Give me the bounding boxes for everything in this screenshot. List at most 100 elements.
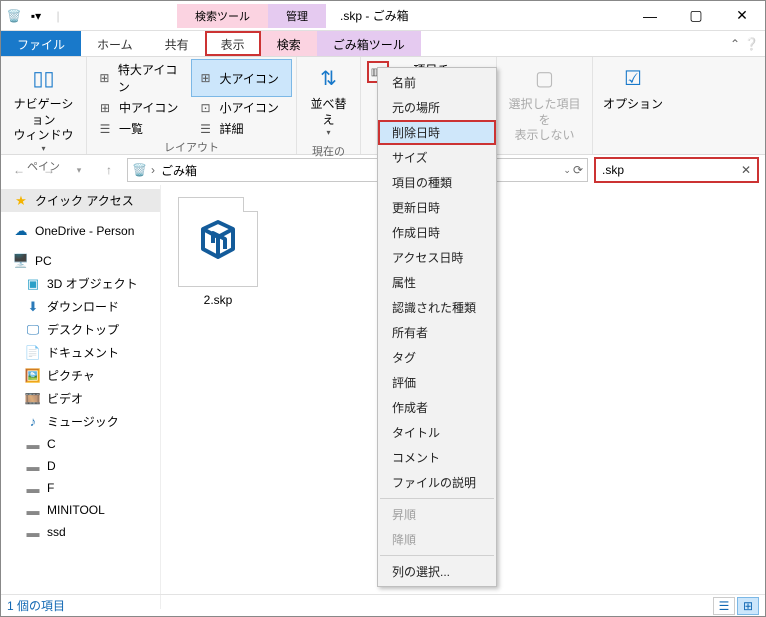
file-icon <box>178 197 258 287</box>
menu-item-date-modified[interactable]: 更新日時 <box>378 195 496 220</box>
minimize-button[interactable]: — <box>627 1 673 31</box>
options-icon: ☑ <box>617 63 649 95</box>
hide-icon: ▢ <box>529 63 561 95</box>
maximize-button[interactable]: ▢ <box>673 1 719 31</box>
file-name: 2.skp <box>204 293 233 307</box>
pc-icon: 🖥️ <box>13 253 29 269</box>
ribbon-tabs: ファイル ホーム 共有 表示 検索 ごみ箱ツール ⌃ ❔ <box>1 31 765 57</box>
menu-item-attributes[interactable]: 属性 <box>378 270 496 295</box>
status-item-count: 1 個の項目 <box>7 597 65 614</box>
sidebar-pc[interactable]: 🖥️PC <box>1 250 160 272</box>
sidebar-desktop[interactable]: 🖵デスクトップ <box>1 318 160 341</box>
extra-large-icon: ⊞ <box>97 70 112 86</box>
file-item[interactable]: 2.skp <box>173 197 263 307</box>
context-tab-search-tools[interactable]: 検索ツール <box>177 4 268 28</box>
menu-item-date-created[interactable]: 作成日時 <box>378 220 496 245</box>
layout-extra-large[interactable]: ⊞特大アイコン <box>91 59 191 97</box>
tab-view[interactable]: 表示 <box>205 31 261 56</box>
sidebar-onedrive[interactable]: ☁OneDrive - Person <box>1 220 160 242</box>
hide-selected-button[interactable]: ▢ 選択した項目を 表示しない <box>501 59 588 148</box>
group-label-pane: ペイン <box>5 158 82 176</box>
layout-large[interactable]: ⊞大アイコン <box>191 59 293 97</box>
tab-file[interactable]: ファイル <box>1 31 81 56</box>
menu-item-tags[interactable]: タグ <box>378 345 496 370</box>
up-button[interactable]: ↑ <box>97 158 121 182</box>
drive-icon: ▬ <box>25 458 41 474</box>
search-text: .skp <box>602 163 624 177</box>
download-icon: ⬇ <box>25 299 41 315</box>
chevron-right-icon[interactable]: › <box>151 163 155 177</box>
address-dropdown-icon[interactable]: ⌄ <box>563 165 571 176</box>
title-bar: 🗑️ ▪▾ | 検索ツール 管理 .skp - ごみ箱 — ▢ ✕ <box>1 1 765 31</box>
document-icon: 📄 <box>25 345 41 361</box>
quick-access-toolbar: 🗑️ ▪▾ | <box>1 7 67 25</box>
menu-item-authors[interactable]: 作成者 <box>378 395 496 420</box>
details-view-button[interactable]: ☰ <box>713 597 735 615</box>
menu-item-file-description[interactable]: ファイルの説明 <box>378 470 496 495</box>
menu-item-date-accessed[interactable]: アクセス日時 <box>378 245 496 270</box>
menu-item-owner[interactable]: 所有者 <box>378 320 496 345</box>
tab-recycle-tools[interactable]: ごみ箱ツール <box>317 31 421 56</box>
sidebar-videos[interactable]: 🎞️ビデオ <box>1 387 160 410</box>
tab-home[interactable]: ホーム <box>81 31 149 56</box>
context-tab-manage[interactable]: 管理 <box>268 4 326 28</box>
sort-by-button[interactable]: ⇅ 並べ替え ▾ <box>301 59 356 143</box>
layout-details[interactable]: ☰詳細 <box>192 118 293 139</box>
help-icon[interactable]: ❔ <box>744 37 759 51</box>
large-icons-view-button[interactable]: ⊞ <box>737 597 759 615</box>
sidebar-drive-minitool[interactable]: ▬MINITOOL <box>1 499 160 521</box>
menu-item-rating[interactable]: 評価 <box>378 370 496 395</box>
menu-item-item-type[interactable]: 項目の種類 <box>378 170 496 195</box>
cube-icon: ▣ <box>25 276 41 292</box>
menu-item-date-deleted[interactable]: 削除日時 <box>378 120 496 145</box>
sidebar-pictures[interactable]: 🖼️ピクチャ <box>1 364 160 387</box>
navigation-pane-button[interactable]: ▯▯ ナビゲーション ウィンドウ ▾ <box>5 59 82 158</box>
menu-item-choose-columns[interactable]: 列の選択... <box>378 559 496 584</box>
sort-columns-menu: 名前 元の場所 削除日時 サイズ 項目の種類 更新日時 作成日時 アクセス日時 … <box>377 67 497 587</box>
window-title: .skp - ごみ箱 <box>340 7 409 24</box>
sidebar-3d-objects[interactable]: ▣3D オブジェクト <box>1 272 160 295</box>
desktop-icon: 🖵 <box>25 322 41 338</box>
menu-item-comments[interactable]: コメント <box>378 445 496 470</box>
menu-item-size[interactable]: サイズ <box>378 145 496 170</box>
recycle-bin-icon[interactable]: 🗑️ <box>5 7 23 25</box>
drive-icon: ▬ <box>25 436 41 452</box>
qat-dropdown-icon[interactable]: ▪▾ <box>27 7 45 25</box>
menu-item-perceived-type[interactable]: 認識された種類 <box>378 295 496 320</box>
layout-list[interactable]: ☰一覧 <box>91 118 192 139</box>
clear-search-icon[interactable]: ✕ <box>741 163 751 177</box>
sidebar-downloads[interactable]: ⬇ダウンロード <box>1 295 160 318</box>
menu-separator <box>380 555 494 556</box>
sidebar-drive-f[interactable]: ▬F <box>1 477 160 499</box>
list-icon: ☰ <box>97 121 113 137</box>
ribbon-collapse-icon[interactable]: ⌃ <box>730 37 740 51</box>
menu-item-descending[interactable]: 降順 <box>378 527 496 552</box>
tab-search[interactable]: 検索 <box>261 31 317 56</box>
menu-item-title[interactable]: タイトル <box>378 420 496 445</box>
close-button[interactable]: ✕ <box>719 1 765 31</box>
options-button[interactable]: ☑ オプション <box>597 59 669 117</box>
group-label-layout: レイアウト <box>91 139 292 157</box>
large-icon: ⊞ <box>198 70 214 86</box>
qat-separator: | <box>49 7 67 25</box>
menu-item-name[interactable]: 名前 <box>378 70 496 95</box>
layout-small[interactable]: ⊡小アイコン <box>192 97 293 118</box>
tab-share[interactable]: 共有 <box>149 31 205 56</box>
sketchup-logo-icon <box>193 217 243 267</box>
search-box[interactable]: .skp ✕ <box>594 157 759 183</box>
sidebar-drive-ssd[interactable]: ▬ssd <box>1 521 160 543</box>
drive-icon: ▬ <box>25 524 41 540</box>
menu-item-ascending[interactable]: 昇順 <box>378 502 496 527</box>
sidebar-drive-c[interactable]: ▬C <box>1 433 160 455</box>
medium-icon: ⊞ <box>97 100 113 116</box>
breadcrumb-location[interactable]: ごみ箱 <box>159 162 199 179</box>
sidebar-documents[interactable]: 📄ドキュメント <box>1 341 160 364</box>
music-icon: ♪ <box>25 414 41 430</box>
sidebar-music[interactable]: ♪ミュージック <box>1 410 160 433</box>
menu-item-original-location[interactable]: 元の場所 <box>378 95 496 120</box>
refresh-icon[interactable]: ⟳ <box>573 163 583 177</box>
sidebar-drive-d[interactable]: ▬D <box>1 455 160 477</box>
layout-medium[interactable]: ⊞中アイコン <box>91 97 192 118</box>
details-icon: ☰ <box>198 121 214 137</box>
sidebar-quick-access[interactable]: ★クイック アクセス <box>1 189 160 212</box>
